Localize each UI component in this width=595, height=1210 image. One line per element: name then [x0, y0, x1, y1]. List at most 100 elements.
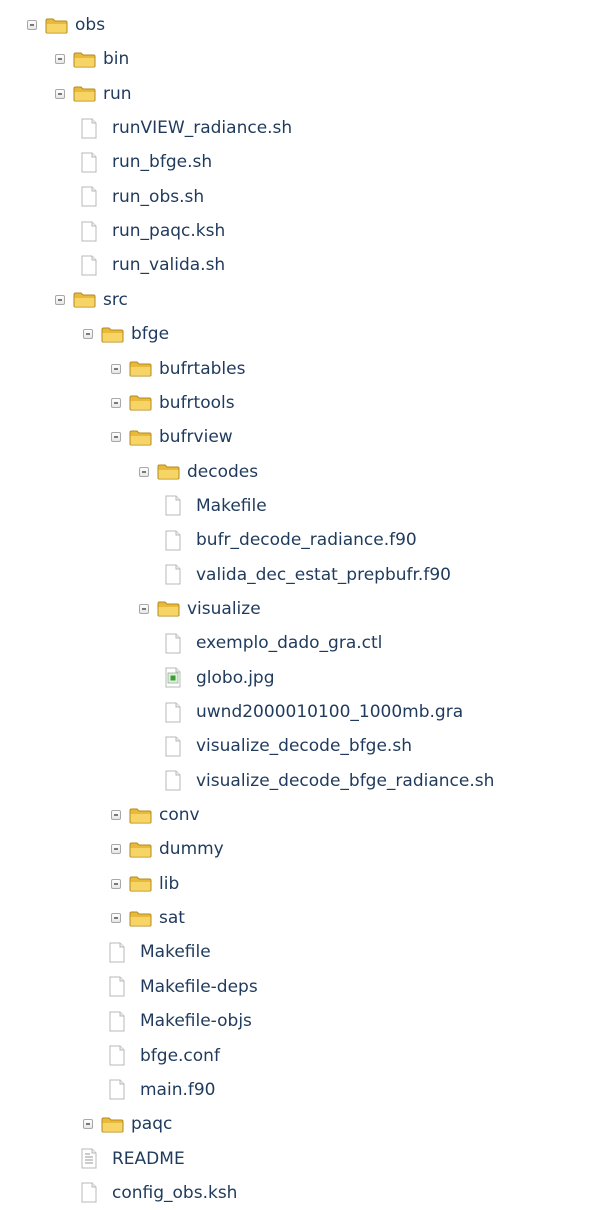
- toggle-icon[interactable]: [55, 294, 65, 305]
- tree-file-row[interactable]: README: [81, 1142, 185, 1176]
- toggle-icon[interactable]: [111, 397, 121, 408]
- tree-file-row[interactable]: run_bfge.sh: [81, 145, 212, 179]
- folder-icon: [129, 876, 152, 892]
- folder-icon: [157, 464, 180, 480]
- folder-icon: [157, 601, 180, 617]
- file-label: bufr_decode_radiance.f90: [196, 530, 417, 551]
- tree-folder-row[interactable]: visualize: [139, 592, 261, 626]
- tree-folder-row[interactable]: src: [55, 283, 128, 317]
- toggle-icon[interactable]: [55, 88, 65, 99]
- folder-label: visualize: [187, 598, 261, 619]
- tree-file-row[interactable]: uwnd2000010100_1000mb.gra: [165, 695, 463, 729]
- tree-folder-row[interactable]: lib: [111, 867, 179, 901]
- tree-file-row[interactable]: config_obs.ksh: [81, 1176, 237, 1210]
- toggle-icon[interactable]: [111, 810, 121, 821]
- tree-folder-row[interactable]: bufrview: [111, 420, 233, 454]
- tree-folder-row[interactable]: bufrtables: [111, 352, 245, 386]
- tree-folder-row[interactable]: dummy: [111, 832, 224, 866]
- toggle-icon[interactable]: [111, 878, 121, 889]
- tree-file-row[interactable]: run_paqc.ksh: [81, 214, 225, 248]
- folder-icon: [129, 395, 152, 411]
- toggle-icon[interactable]: [111, 432, 121, 443]
- folder-icon: [129, 842, 152, 858]
- tree-folder-row[interactable]: bin: [55, 42, 129, 76]
- file-icon: [165, 564, 181, 585]
- file-tree: obs bin run runVIEW_radiance.sh run_bfge.shr…: [0, 0, 595, 1203]
- tree-file-row[interactable]: Makefile: [109, 935, 211, 969]
- file-icon: [109, 942, 125, 963]
- folder-label: dummy: [159, 839, 224, 860]
- folder-icon: [101, 1117, 124, 1133]
- tree-file-row[interactable]: bfge.conf: [109, 1039, 220, 1073]
- tree-file-row[interactable]: globo.jpg: [165, 661, 275, 695]
- tree-folder-row[interactable]: obs: [27, 8, 105, 42]
- tree-folder-row[interactable]: paqc: [83, 1107, 172, 1141]
- image-file-icon: [165, 667, 181, 688]
- file-icon: [109, 1079, 125, 1100]
- folder-label: obs: [75, 15, 106, 35]
- toggle-icon[interactable]: [27, 20, 37, 30]
- toggle-icon[interactable]: [55, 54, 65, 65]
- tree-folder-row[interactable]: conv: [111, 798, 200, 832]
- folder-icon: [129, 808, 152, 824]
- file-label: visualize_decode_bfge.sh: [196, 736, 412, 757]
- folder-icon: [101, 327, 124, 343]
- file-label: Makefile: [140, 942, 211, 963]
- file-icon: [81, 221, 97, 242]
- folder-label: run: [103, 83, 132, 104]
- tree-file-row[interactable]: visualize_decode_bfge_radiance.sh: [165, 764, 494, 798]
- tree-file-row[interactable]: bufr_decode_radiance.f90: [165, 523, 417, 557]
- toggle-icon[interactable]: [139, 466, 149, 477]
- file-icon: [109, 1045, 125, 1066]
- folder-label: src: [103, 289, 128, 310]
- tree-file-row[interactable]: Makefile: [165, 489, 267, 523]
- file-label: README: [112, 1148, 185, 1169]
- file-label: Makefile-deps: [140, 976, 258, 997]
- toggle-icon[interactable]: [111, 913, 121, 924]
- tree-file-row[interactable]: Makefile-objs: [109, 1004, 252, 1038]
- tree-folder-row[interactable]: bfge: [83, 317, 169, 351]
- folder-label: bfge: [131, 324, 170, 345]
- folder-icon: [45, 18, 68, 33]
- folder-label: lib: [159, 873, 180, 894]
- file-icon: [165, 770, 181, 791]
- file-label: valida_dec_estat_prepbufr.f90: [196, 564, 451, 585]
- file-label: config_obs.ksh: [112, 1182, 238, 1203]
- file-icon: [81, 152, 97, 173]
- toggle-icon[interactable]: [111, 844, 121, 855]
- toggle-icon[interactable]: [83, 329, 93, 340]
- text-file-icon: [81, 1148, 97, 1169]
- tree-file-row[interactable]: visualize_decode_bfge.sh: [165, 729, 412, 763]
- file-icon: [109, 1011, 125, 1032]
- folder-icon: [129, 911, 152, 927]
- folder-label: bufrview: [159, 427, 233, 448]
- file-icon: [81, 1182, 97, 1203]
- tree-folder-row[interactable]: sat: [111, 901, 185, 935]
- tree-file-row[interactable]: run_obs.sh: [81, 180, 204, 214]
- file-label: uwnd2000010100_1000mb.gra: [196, 702, 464, 722]
- file-icon: [81, 118, 97, 139]
- tree-folder-row[interactable]: decodes: [139, 455, 258, 489]
- folder-icon: [73, 86, 96, 102]
- tree-file-row[interactable]: valida_dec_estat_prepbufr.f90: [165, 558, 451, 592]
- folder-label: conv: [159, 805, 200, 826]
- tree-folder-row[interactable]: bufrtools: [111, 386, 235, 420]
- file-icon: [109, 976, 125, 997]
- file-icon: [81, 186, 97, 207]
- tree-file-row[interactable]: exemplo_dado_gra.ctl: [165, 626, 382, 660]
- toggle-icon[interactable]: [139, 603, 149, 614]
- folder-label: paqc: [131, 1114, 173, 1135]
- toggle-icon[interactable]: [83, 1119, 93, 1130]
- file-label: visualize_decode_bfge_radiance.sh: [196, 770, 495, 791]
- tree-folder-row[interactable]: run: [55, 77, 132, 111]
- tree-file-row[interactable]: runVIEW_radiance.sh: [81, 111, 292, 145]
- folder-label: bufrtables: [159, 358, 246, 379]
- file-icon: [165, 736, 181, 757]
- tree-file-row[interactable]: run_valida.sh: [81, 248, 225, 282]
- folder-icon: [73, 52, 96, 68]
- tree-file-row[interactable]: main.f90: [109, 1073, 216, 1107]
- file-label: run_bfge.sh: [112, 152, 213, 173]
- tree-file-row[interactable]: Makefile-deps: [109, 970, 258, 1004]
- toggle-icon[interactable]: [111, 363, 121, 374]
- file-label: bfge.conf: [140, 1045, 220, 1066]
